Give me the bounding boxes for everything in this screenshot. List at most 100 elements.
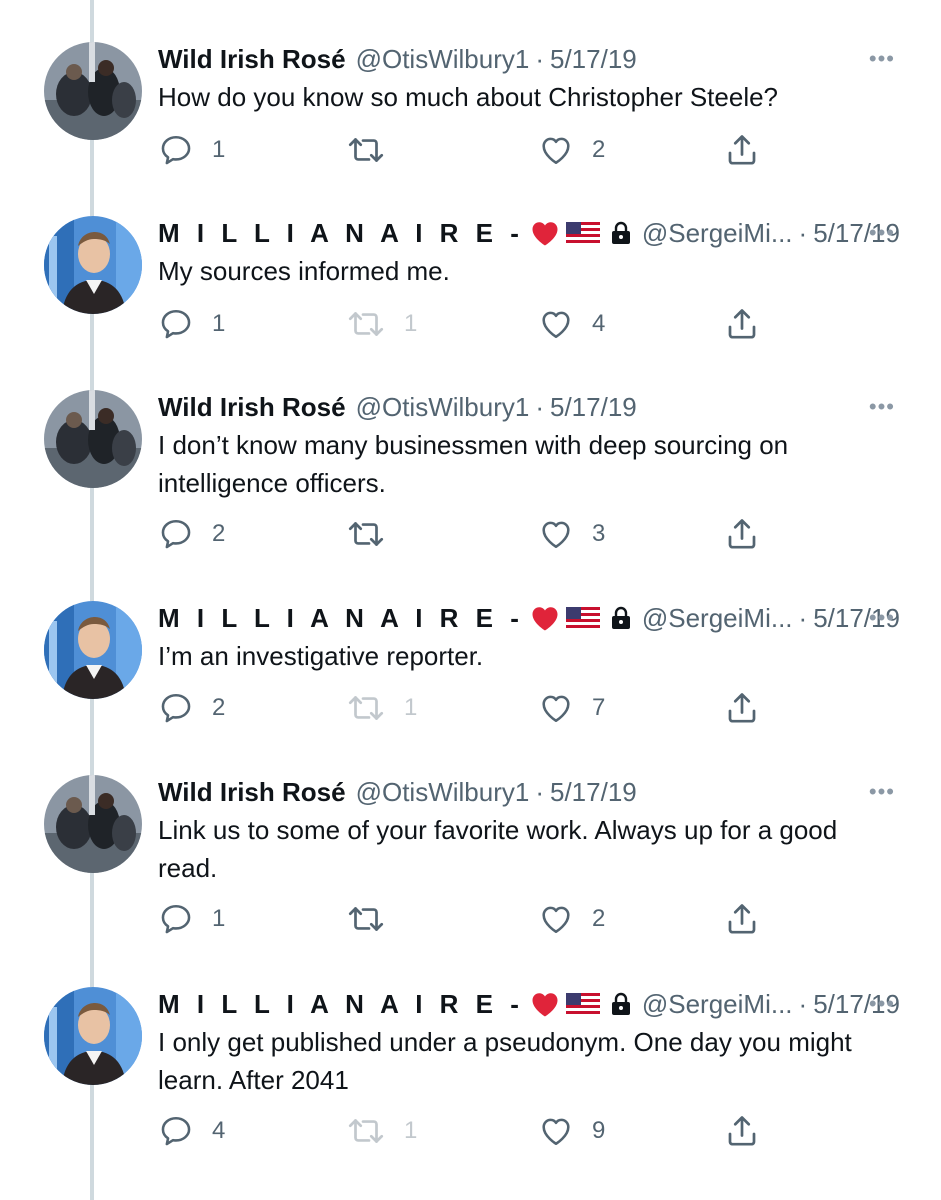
reply-count: 1: [212, 905, 226, 932]
display-name[interactable]: M I L L I A N A I R E -: [158, 989, 524, 1020]
lock-icon: [610, 221, 632, 245]
retweet-button: 1: [346, 306, 417, 342]
more-icon[interactable]: •••: [869, 775, 895, 809]
like-button[interactable]: 4: [538, 306, 605, 342]
share-button[interactable]: [724, 901, 760, 937]
avatar-otiswilbury1[interactable]: [44, 390, 142, 488]
lock-icon: [610, 992, 632, 1016]
retweet-icon: [348, 138, 384, 162]
retweet-count: 1: [404, 1117, 418, 1144]
retweet-button[interactable]: [346, 132, 404, 168]
reply-button[interactable]: 2: [158, 690, 225, 726]
handle[interactable]: @OtisWilbury1: [356, 392, 530, 423]
avatar-sergeimi[interactable]: [44, 216, 142, 314]
like-count: 2: [592, 136, 606, 163]
handle[interactable]: @SergeiMi...: [642, 218, 793, 249]
share-button[interactable]: [724, 516, 760, 552]
like-count: 3: [592, 520, 606, 547]
like-button[interactable]: 2: [538, 132, 605, 168]
timestamp[interactable]: 5/17/19: [550, 44, 637, 75]
retweet-button[interactable]: [346, 516, 404, 552]
handle[interactable]: @OtisWilbury1: [356, 777, 530, 808]
reply-icon: [161, 1116, 191, 1146]
reply-icon: [161, 135, 191, 165]
reply-button[interactable]: 1: [158, 306, 225, 342]
more-icon[interactable]: •••: [869, 42, 895, 76]
like-button[interactable]: 3: [538, 516, 605, 552]
reply-count: 1: [212, 136, 226, 163]
reply-count: 1: [212, 310, 226, 337]
display-name[interactable]: Wild Irish Rosé: [158, 44, 346, 75]
reply-icon: [161, 309, 191, 339]
heart-icon: [542, 137, 570, 165]
retweet-button[interactable]: [346, 901, 404, 937]
reply-button[interactable]: 2: [158, 516, 225, 552]
avatar-otiswilbury1[interactable]: [44, 775, 142, 873]
heart-icon: [542, 311, 570, 339]
reply-button[interactable]: 1: [158, 132, 225, 168]
heart-icon: [542, 906, 570, 934]
more-icon[interactable]: •••: [869, 390, 895, 424]
like-count: 7: [592, 694, 606, 721]
action-bar: 1 2: [158, 130, 941, 170]
reply-icon: [161, 693, 191, 723]
avatar-otiswilbury1[interactable]: [44, 42, 142, 140]
heart-icon: [542, 521, 570, 549]
tweet-text: I only get published under a pseudonym. …: [158, 1027, 852, 1095]
retweet-icon: [348, 907, 384, 931]
reply-icon: [161, 519, 191, 549]
display-name[interactable]: M I L L I A N A I R E -: [158, 603, 524, 634]
action-bar: 1 2: [158, 899, 941, 939]
like-button[interactable]: 2: [538, 901, 605, 937]
avatar-sergeimi[interactable]: [44, 601, 142, 699]
tweet-text: I’m an investigative reporter.: [158, 641, 484, 671]
timestamp[interactable]: 5/17/19: [550, 777, 637, 808]
handle[interactable]: @SergeiMi...: [642, 603, 793, 634]
handle[interactable]: @OtisWilbury1: [356, 44, 530, 75]
heart-icon: [542, 695, 570, 723]
separator: ·: [798, 988, 808, 1019]
share-icon: [728, 693, 756, 723]
reply-button[interactable]: 1: [158, 901, 225, 937]
retweet-icon: [348, 696, 384, 720]
avatar-sergeimi[interactable]: [44, 987, 142, 1085]
share-button[interactable]: [724, 690, 760, 726]
more-icon[interactable]: •••: [869, 216, 895, 250]
separator: ·: [798, 602, 808, 633]
handle[interactable]: @SergeiMi...: [642, 989, 793, 1020]
us-flag-emoji: [565, 222, 600, 244]
like-count: 9: [592, 1117, 606, 1144]
timestamp[interactable]: 5/17/19: [550, 392, 637, 423]
tweet-text: I don’t know many businessmen with deep …: [158, 430, 789, 498]
tweet-text: Link us to some of your favorite work. A…: [158, 815, 838, 883]
red-heart-emoji: [530, 604, 560, 632]
share-button[interactable]: [724, 306, 760, 342]
retweet-count: 1: [404, 694, 418, 721]
like-button[interactable]: 7: [538, 690, 605, 726]
display-name[interactable]: Wild Irish Rosé: [158, 392, 346, 423]
us-flag-emoji: [565, 993, 600, 1015]
share-button[interactable]: [724, 132, 760, 168]
reply-button[interactable]: 4: [158, 1113, 225, 1149]
like-count: 4: [592, 310, 606, 337]
tweet-text: My sources informed me.: [158, 256, 450, 286]
more-icon[interactable]: •••: [869, 987, 895, 1021]
action-bar: 2 1 7: [158, 688, 941, 728]
red-heart-emoji: [530, 990, 560, 1018]
retweet-icon: [348, 312, 384, 336]
like-count: 2: [592, 905, 606, 932]
reply-count: 2: [212, 520, 226, 547]
display-name[interactable]: Wild Irish Rosé: [158, 777, 346, 808]
share-icon: [728, 1116, 756, 1146]
reply-count: 2: [212, 694, 226, 721]
share-icon: [728, 135, 756, 165]
tweet-text: How do you know so much about Christophe…: [158, 82, 779, 112]
more-icon[interactable]: •••: [869, 601, 895, 635]
share-icon: [728, 904, 756, 934]
display-name[interactable]: M I L L I A N A I R E -: [158, 218, 524, 249]
retweet-button: 1: [346, 690, 417, 726]
action-bar: 1 1 4: [158, 304, 941, 344]
like-button[interactable]: 9: [538, 1113, 605, 1149]
retweet-icon: [348, 522, 384, 546]
share-button[interactable]: [724, 1113, 760, 1149]
